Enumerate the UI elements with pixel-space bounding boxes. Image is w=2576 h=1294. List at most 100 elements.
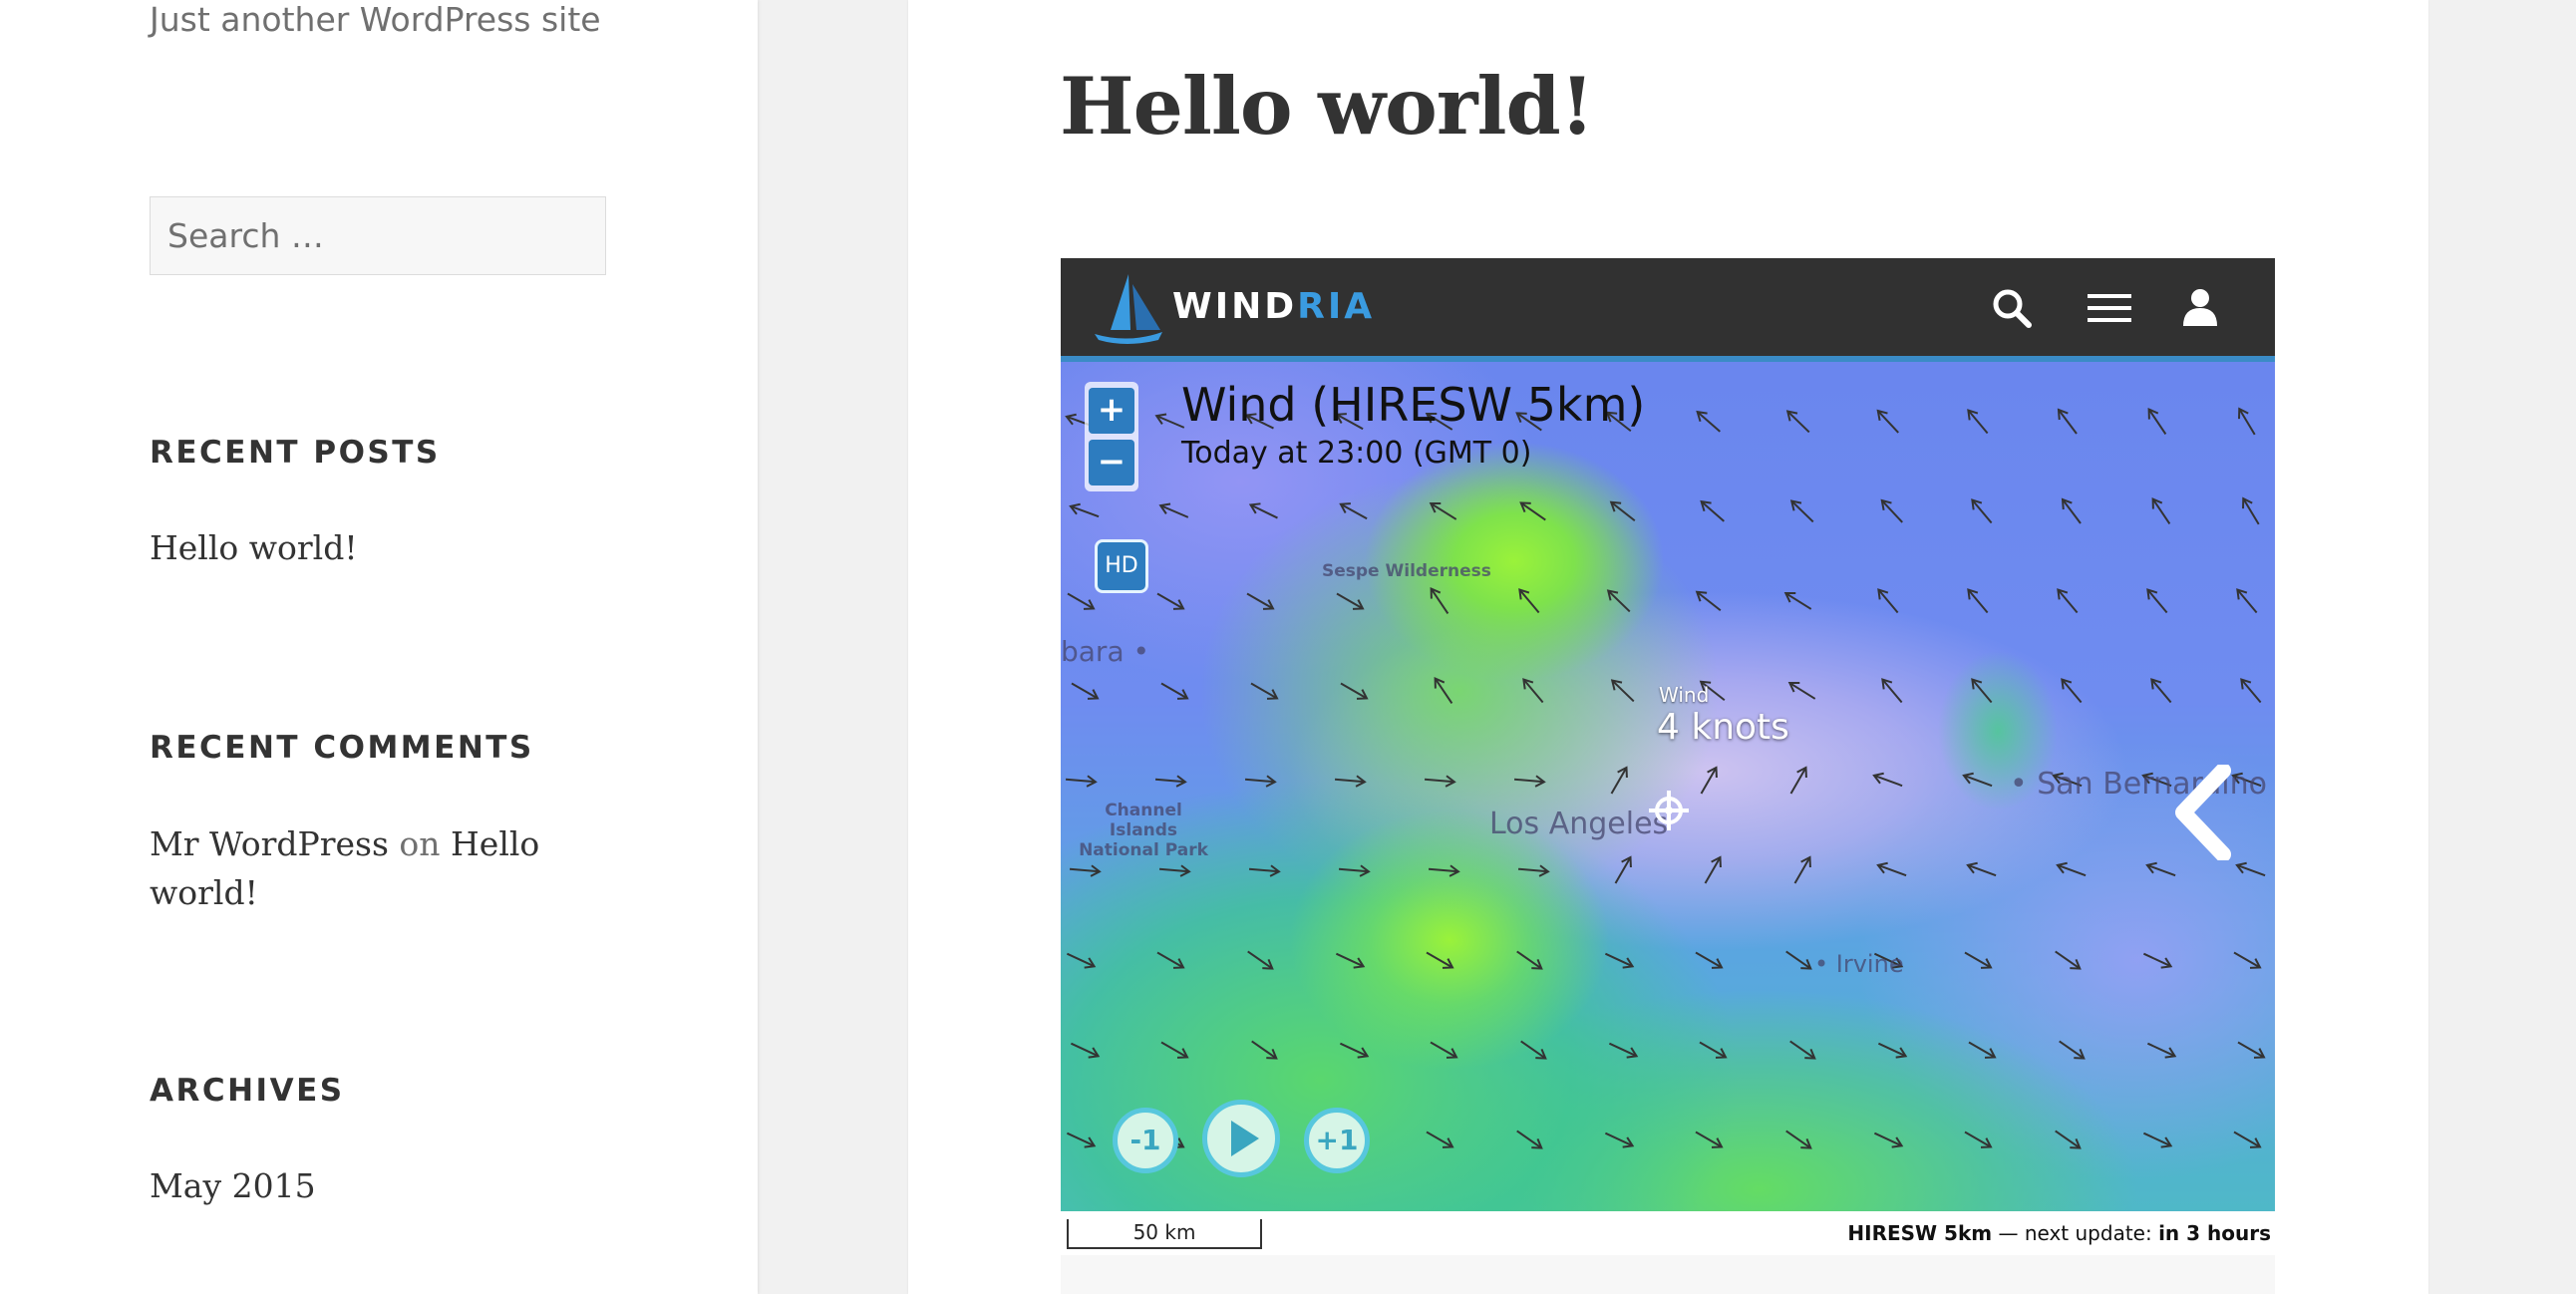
play-icon — [1231, 1121, 1259, 1156]
chevron-left-icon[interactable] — [2169, 765, 2239, 860]
wind-arrow — [1066, 952, 1097, 969]
wind-arrow — [1156, 951, 1185, 969]
user-icon[interactable] — [2181, 286, 2219, 330]
wind-arrow — [1964, 951, 1993, 969]
wind-arrow — [1160, 1041, 1189, 1059]
wind-arrow — [1877, 588, 1899, 614]
zoom-in-button[interactable]: + — [1089, 388, 1134, 434]
wind-arrow — [1700, 766, 1718, 795]
wind-arrow — [1426, 951, 1454, 969]
scale-bar: 50 km — [1067, 1219, 1262, 1249]
step-forward-button[interactable]: +1 — [1304, 1108, 1370, 1173]
play-button[interactable] — [1202, 1100, 1280, 1177]
archives-title: ARCHIVES — [150, 1073, 345, 1109]
wind-arrow — [1516, 1130, 1543, 1149]
wind-arrow — [1604, 952, 1635, 969]
comment-author-link[interactable]: Mr WordPress — [150, 824, 389, 863]
wind-arrow — [1069, 864, 1102, 877]
place-label: bara • — [1061, 635, 1150, 668]
menu-icon[interactable] — [2086, 286, 2133, 330]
wind-arrow — [1877, 1042, 1908, 1059]
wind-arrow — [2240, 678, 2262, 704]
wind-arrow — [2142, 952, 2173, 969]
search-input[interactable] — [150, 196, 606, 275]
crosshair-icon[interactable] — [1647, 789, 1691, 832]
windria-widget: WINDRIA Sespe Wilderness bara • Channel … — [1061, 258, 2275, 1294]
wind-arrow — [2147, 408, 2167, 435]
wind-arrow — [1158, 502, 1189, 518]
wind-arrow — [1071, 682, 1100, 700]
search-icon[interactable] — [1990, 286, 2034, 330]
zoom-control: + − — [1085, 382, 1138, 491]
wind-arrow — [2236, 588, 2258, 614]
wind-arrow — [1340, 682, 1369, 700]
place-label: Sespe Wilderness — [1322, 561, 1491, 581]
wind-arrow — [2142, 1132, 2173, 1148]
windria-logo-text[interactable]: WINDRIA — [1172, 286, 1375, 327]
wind-arrow — [2238, 407, 2256, 436]
wind-arrow — [1247, 950, 1274, 970]
wind-arrow — [1428, 864, 1460, 877]
wind-arrow — [2061, 678, 2083, 704]
wind-arrow — [1522, 678, 1544, 704]
place-label: • Irvine — [1814, 950, 1904, 978]
wind-arrow — [2146, 1042, 2177, 1059]
probe-label: Wind — [1659, 683, 1710, 707]
wind-arrow — [1430, 1041, 1458, 1059]
zoom-out-button[interactable]: − — [1089, 440, 1134, 485]
wind-arrow — [1248, 502, 1278, 519]
site-tagline: Just another WordPress site — [150, 0, 601, 39]
place-label: Channel Islands National Park — [1079, 801, 1208, 860]
probe-value: 4 knots — [1657, 707, 1789, 748]
wind-arrow — [1608, 1042, 1639, 1059]
hd-toggle-button[interactable]: HD — [1095, 539, 1148, 593]
archive-link[interactable]: May 2015 — [150, 1161, 316, 1210]
post-title[interactable]: Hello world! — [1060, 60, 1594, 153]
wind-arrow — [1426, 1131, 1454, 1148]
wind-arrow — [1434, 677, 1453, 704]
wind-map[interactable]: Sespe Wilderness bara • Channel Islands N… — [1061, 362, 2275, 1211]
wind-arrow — [2235, 861, 2266, 877]
wind-arrow — [1516, 950, 1543, 970]
wind-arrow — [2151, 497, 2171, 524]
wind-arrow — [1154, 775, 1187, 788]
recent-comment-item: Mr WordPress on Hello world! — [150, 819, 568, 917]
wind-arrow — [1696, 410, 1721, 433]
wind-arrow — [1876, 409, 1899, 434]
wind-arrow — [1785, 410, 1810, 434]
wind-arrow — [1881, 678, 1903, 704]
wind-arrow — [1156, 592, 1185, 610]
wind-arrow — [1876, 861, 1907, 877]
wind-arrow — [1339, 502, 1368, 520]
wind-arrow — [1338, 864, 1371, 877]
wind-arrow — [1519, 501, 1546, 521]
wind-arrow — [1066, 1132, 1097, 1148]
wind-arrow — [1704, 855, 1722, 884]
wind-arrow — [2055, 1130, 2082, 1149]
wind-arrow — [2145, 861, 2176, 877]
wind-arrow — [2056, 861, 2087, 877]
wind-arrow — [1251, 1040, 1278, 1060]
map-title: Wind (HIRESW 5km) — [1181, 378, 1646, 432]
wind-arrow — [1787, 681, 1816, 700]
wind-arrow — [1160, 682, 1189, 700]
wind-arrow — [1964, 1131, 1993, 1148]
wind-arrow — [1248, 864, 1281, 877]
widget-header: WINDRIA — [1061, 258, 2275, 362]
wind-arrow — [1783, 591, 1812, 610]
wind-arrow — [1793, 855, 1811, 884]
place-label: Los Angeles — [1489, 807, 1669, 841]
wind-arrow — [1699, 1041, 1728, 1059]
step-back-button[interactable]: -1 — [1113, 1108, 1178, 1173]
recent-post-link[interactable]: Hello world! — [150, 523, 358, 572]
wind-arrow — [1424, 775, 1456, 788]
wind-arrow — [1339, 1042, 1370, 1059]
wind-arrow — [1873, 1132, 1904, 1148]
wind-arrow — [1067, 592, 1096, 610]
wind-arrow — [1246, 592, 1275, 610]
wind-arrow — [1967, 409, 1989, 435]
wind-arrow — [1968, 1041, 1997, 1059]
wind-arrow — [1429, 501, 1457, 520]
wind-arrow — [1244, 775, 1277, 788]
wind-arrow — [1872, 772, 1903, 788]
